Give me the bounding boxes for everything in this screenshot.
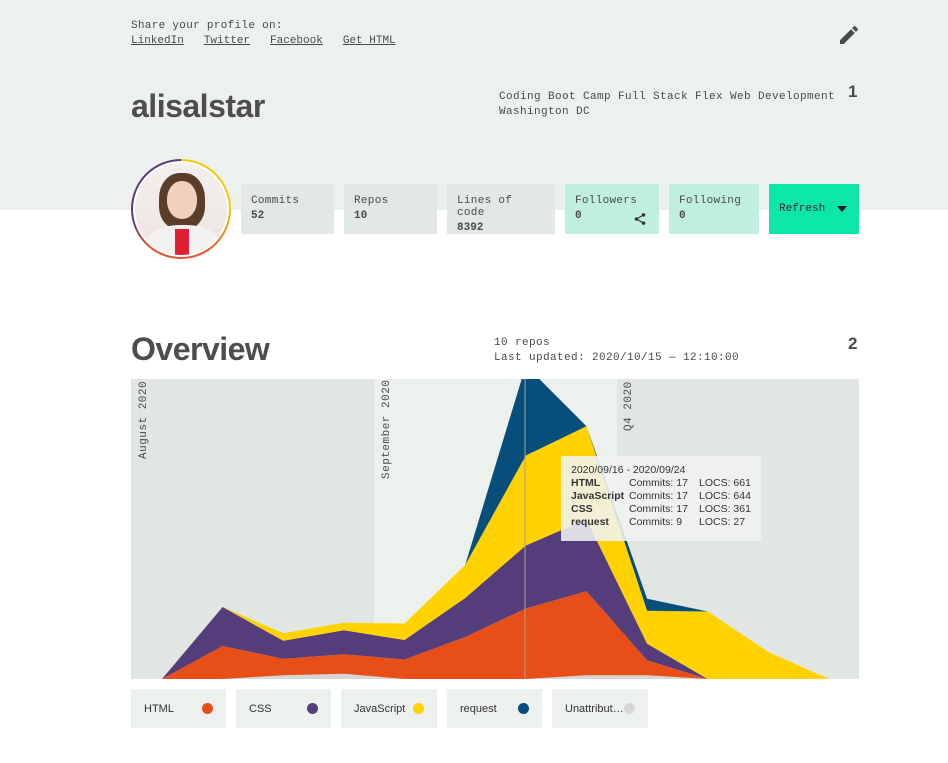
legend-dot — [307, 703, 318, 714]
tooltip-locs: LOCS: 644 — [699, 490, 751, 502]
pencil-icon[interactable] — [837, 23, 861, 47]
stat-commits: Commits 52 — [241, 184, 334, 234]
tooltip-locs: LOCS: 361 — [699, 503, 751, 515]
stat-repos: Repos 10 — [344, 184, 437, 234]
stat-following: Following 0 — [669, 184, 759, 234]
stat-value: 10 — [354, 210, 368, 222]
legend-dot — [624, 703, 635, 714]
legend-label: request — [460, 702, 497, 715]
share-icon[interactable] — [633, 212, 647, 226]
legend-label: CSS — [249, 702, 272, 715]
stat-label: Lines of code — [457, 195, 513, 219]
tooltip-locs: LOCS: 27 — [699, 516, 746, 528]
tooltip-locs: LOCS: 661 — [699, 477, 751, 489]
legend-item-css[interactable]: CSS — [236, 689, 331, 728]
tooltip-series-name: JavaScript — [571, 490, 625, 502]
stat-value: 0 — [679, 210, 686, 222]
tooltip-series-name: request — [571, 516, 609, 528]
bio-location: Washington DC — [499, 106, 591, 118]
stat-followers[interactable]: Followers 0 — [565, 184, 659, 234]
tooltip-row: request Commits: 9 LOCS: 27 — [571, 516, 751, 529]
avatar-photo — [133, 161, 229, 257]
stat-value: 8392 — [457, 222, 484, 234]
legend-label: JavaScript — [354, 702, 406, 715]
period-label-september: September 2020 — [381, 380, 393, 479]
tooltip-row: CSS Commits: 17 LOCS: 361 — [571, 503, 751, 516]
stat-label: Repos — [354, 195, 389, 207]
legend-item-html[interactable]: HTML — [131, 689, 226, 728]
username: alisalstar — [131, 88, 265, 124]
period-label-q4: Q4 2020 — [623, 381, 635, 431]
share-facebook-link[interactable]: Facebook — [270, 35, 323, 47]
legend-label: Unattribut… — [565, 702, 624, 715]
legend-label: HTML — [144, 702, 174, 715]
share-twitter-link[interactable]: Twitter — [204, 35, 250, 47]
legend-item-javascript[interactable]: JavaScript — [341, 689, 437, 728]
tooltip-commits: Commits: 17 — [629, 477, 688, 489]
legend-item-request[interactable]: request — [447, 689, 542, 728]
refresh-button[interactable]: Refresh — [769, 184, 859, 234]
tooltip-series-name: CSS — [571, 503, 593, 515]
tooltip-row: JavaScript Commits: 17 LOCS: 644 — [571, 490, 751, 503]
tooltip-series-name: HTML — [571, 477, 601, 489]
legend-dot — [202, 703, 213, 714]
tooltip-commits: Commits: 17 — [629, 503, 688, 515]
tooltip-commits: Commits: 17 — [629, 490, 688, 502]
refresh-label: Refresh — [779, 203, 826, 215]
legend-item-unattributed[interactable]: Unattribut… — [552, 689, 648, 728]
tooltip-row: HTML Commits: 17 LOCS: 661 — [571, 477, 751, 490]
section-number: 2 — [848, 334, 858, 353]
repo-count: 10 repos — [494, 337, 551, 349]
stat-label: Commits — [251, 195, 300, 207]
stat-label: Followers — [575, 195, 638, 207]
period-label-august: August 2020 — [138, 381, 150, 459]
legend-dot — [518, 703, 529, 714]
share-linkedin-link[interactable]: LinkedIn — [131, 35, 184, 47]
stat-value: 52 — [251, 210, 265, 222]
tooltip-commits: Commits: 9 — [629, 516, 683, 528]
caret-down-icon[interactable] — [837, 206, 847, 212]
last-updated: Last updated: 2020/10/15 — 12:10:00 — [494, 352, 740, 364]
stat-label: Following — [679, 195, 742, 207]
bio-line: Coding Boot Camp Full Stack Flex Web Dev… — [499, 91, 836, 103]
get-html-link[interactable]: Get HTML — [343, 35, 396, 47]
overview-meta: 10 repos Last updated: 2020/10/15 — 12:1… — [494, 336, 739, 366]
stat-lines-of-code: Lines of code 8392 — [447, 184, 555, 234]
share-links: LinkedIn Twitter Facebook Get HTML — [131, 35, 396, 47]
legend-dot — [413, 703, 424, 714]
section-number: 1 — [848, 82, 858, 101]
share-label: Share your profile on: — [131, 20, 283, 32]
bio: Coding Boot Camp Full Stack Flex Web Dev… — [499, 90, 835, 120]
chart-tooltip: 2020/09/16 - 2020/09/24 HTML Commits: 17… — [561, 456, 761, 541]
avatar — [131, 159, 231, 259]
overview-title: Overview — [131, 331, 270, 367]
tooltip-range: 2020/09/16 - 2020/09/24 — [571, 464, 686, 476]
